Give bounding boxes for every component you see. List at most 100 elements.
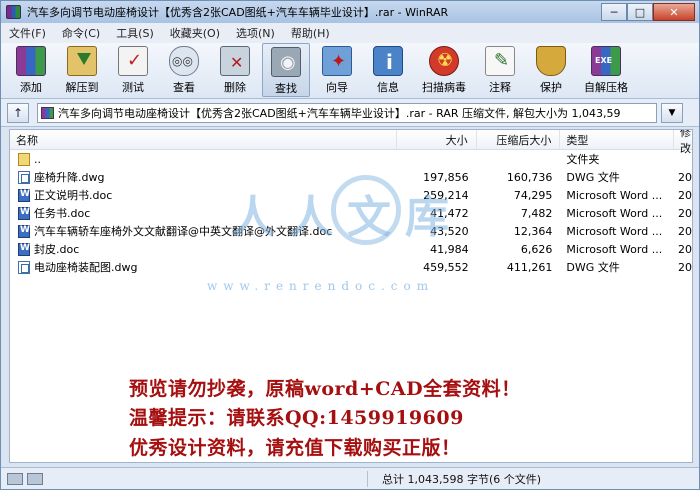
extract-to-label: 解压到 bbox=[65, 81, 99, 94]
word-doc-icon bbox=[18, 242, 30, 256]
file-name: 任务书.doc bbox=[34, 207, 91, 220]
table-row[interactable]: 汽车车辆轿车座椅外文文献翻译@中英文翻译@外文翻译.doc 43,520 12,… bbox=[10, 222, 692, 240]
file-name: 电动座椅装配图.dwg bbox=[34, 261, 138, 274]
protect-label: 保护 bbox=[540, 81, 562, 94]
info-icon bbox=[373, 46, 403, 76]
view-button[interactable]: 查看 bbox=[160, 43, 208, 97]
archive-icon bbox=[41, 106, 54, 119]
path-text: 汽车多向调节电动座椅设计【优秀含2张CAD图纸+汽车车辆毕业设计】.rar - … bbox=[58, 106, 621, 120]
comment-button[interactable]: 注释 bbox=[476, 43, 524, 97]
file-size: 259,214 bbox=[423, 188, 469, 202]
list-header: 名称 大小 压缩后大小 类型 修改 bbox=[10, 130, 692, 155]
column-modified-header[interactable]: 修改 bbox=[674, 130, 692, 155]
find-button[interactable]: 查找 bbox=[262, 43, 310, 97]
column-name-header[interactable]: 名称 bbox=[10, 130, 397, 149]
menu-favorites[interactable]: 收藏夹(O) bbox=[162, 25, 228, 41]
file-size: 43,520 bbox=[430, 224, 469, 238]
table-row[interactable]: 座椅升降.dwg 197,856 160,736 DWG 文件 20 bbox=[10, 168, 692, 186]
scan-virus-label: 扫描病毒 bbox=[422, 81, 466, 94]
maximize-button[interactable]: □ bbox=[627, 3, 653, 21]
info-label: 信息 bbox=[377, 81, 399, 94]
file-packed-size: 411,261 bbox=[506, 260, 553, 274]
path-dropdown-button[interactable]: ▼ bbox=[661, 102, 683, 123]
file-modified: 20 bbox=[678, 188, 692, 202]
protect-button[interactable]: 保护 bbox=[527, 43, 575, 97]
menu-help[interactable]: 帮助(H) bbox=[283, 25, 338, 41]
file-modified: 20 bbox=[678, 206, 692, 220]
delete-button[interactable]: 删除 bbox=[211, 43, 259, 97]
close-button[interactable]: ✕ bbox=[653, 3, 695, 21]
status-icons bbox=[7, 472, 367, 485]
file-type: Microsoft Word ... bbox=[566, 206, 663, 220]
delete-label: 删除 bbox=[224, 81, 246, 94]
comment-label: 注释 bbox=[489, 81, 511, 94]
table-row[interactable]: .. 文件夹 bbox=[10, 150, 692, 168]
drive-icon bbox=[7, 472, 23, 485]
column-type-header[interactable]: 类型 bbox=[560, 130, 675, 149]
chevron-down-icon: ▼ bbox=[668, 107, 676, 118]
file-size: 459,552 bbox=[423, 260, 469, 274]
file-size: 41,472 bbox=[430, 206, 469, 220]
find-label: 查找 bbox=[275, 82, 297, 95]
menu-options[interactable]: 选项(N) bbox=[228, 25, 283, 41]
extract-to-button[interactable]: 解压到 bbox=[58, 43, 106, 97]
promo-line-1: 预览请勿抄袭，原稿word+CAD全套资料！ bbox=[129, 378, 521, 400]
winrar-window: 汽车多向调节电动座椅设计【优秀含2张CAD图纸+汽车车辆毕业设计】.rar - … bbox=[0, 0, 700, 490]
file-size: 41,984 bbox=[430, 242, 469, 256]
test-label: 测试 bbox=[122, 81, 144, 94]
window-controls: ─ □ ✕ bbox=[601, 2, 695, 22]
column-size-header[interactable]: 大小 bbox=[397, 130, 477, 149]
file-name: 正文说明书.doc bbox=[34, 189, 113, 202]
view-label: 查看 bbox=[173, 81, 195, 94]
table-row[interactable]: 封皮.doc 41,984 6,626 Microsoft Word ... 2… bbox=[10, 240, 692, 258]
protect-icon bbox=[536, 46, 566, 76]
menu-commands[interactable]: 命令(C) bbox=[54, 25, 108, 41]
file-packed-size: 7,482 bbox=[520, 206, 553, 220]
file-packed-size: 12,364 bbox=[513, 224, 553, 238]
table-row[interactable]: 任务书.doc 41,472 7,482 Microsoft Word ... … bbox=[10, 204, 692, 222]
file-modified: 20 bbox=[678, 260, 692, 274]
menu-tools[interactable]: 工具(S) bbox=[108, 25, 162, 41]
extract-icon bbox=[67, 46, 97, 76]
toolbar: 添加 解压到 测试 查看 删除 查找 向导 信息 bbox=[1, 43, 699, 99]
file-type: Microsoft Word ... bbox=[566, 188, 663, 202]
minimize-button[interactable]: ─ bbox=[601, 3, 627, 21]
file-modified: 20 bbox=[678, 170, 692, 184]
add-button[interactable]: 添加 bbox=[7, 43, 55, 97]
folder-up-icon bbox=[18, 152, 30, 166]
menu-file[interactable]: 文件(F) bbox=[1, 25, 54, 41]
promo-line-2: 温馨提示：请联系QQ:1459919609 bbox=[129, 407, 464, 429]
column-packed-header[interactable]: 压缩后大小 bbox=[477, 130, 561, 149]
table-row[interactable]: 电动座椅装配图.dwg 459,552 411,261 DWG 文件 20 bbox=[10, 258, 692, 276]
file-size: 197,856 bbox=[423, 170, 469, 184]
wizard-label: 向导 bbox=[326, 81, 348, 94]
file-packed-size: 6,626 bbox=[520, 242, 553, 256]
file-packed-size: 160,736 bbox=[506, 170, 553, 184]
scan-virus-button[interactable]: 扫描病毒 bbox=[415, 43, 473, 97]
comment-icon bbox=[485, 46, 515, 76]
find-icon bbox=[271, 47, 301, 77]
add-label: 添加 bbox=[20, 81, 42, 94]
test-icon bbox=[118, 46, 148, 76]
view-icon bbox=[169, 46, 199, 76]
file-type: Microsoft Word ... bbox=[566, 224, 663, 238]
info-button[interactable]: 信息 bbox=[364, 43, 412, 97]
sfx-label: 自解压格 bbox=[584, 81, 628, 94]
file-name: .. bbox=[34, 152, 41, 166]
winrar-app-icon bbox=[6, 5, 21, 19]
file-type: 文件夹 bbox=[566, 153, 600, 166]
status-text: 总计 1,043,598 字节(6 个文件) bbox=[367, 470, 541, 487]
test-button[interactable]: 测试 bbox=[109, 43, 157, 97]
file-name: 汽车车辆轿车座椅外文文献翻译@中英文翻译@外文翻译.doc bbox=[34, 225, 333, 238]
file-type: DWG 文件 bbox=[566, 261, 620, 274]
word-doc-icon bbox=[18, 224, 30, 238]
file-name: 封皮.doc bbox=[34, 243, 80, 256]
table-row[interactable]: 正文说明书.doc 259,214 74,295 Microsoft Word … bbox=[10, 186, 692, 204]
menu-bar: 文件(F) 命令(C) 工具(S) 收藏夹(O) 选项(N) 帮助(H) bbox=[1, 23, 699, 43]
up-folder-button[interactable]: ↑ bbox=[7, 102, 29, 123]
path-field[interactable]: 汽车多向调节电动座椅设计【优秀含2张CAD图纸+汽车车辆毕业设计】.rar - … bbox=[37, 102, 657, 123]
delete-icon bbox=[220, 46, 250, 76]
sfx-button[interactable]: 自解压格 bbox=[578, 43, 634, 97]
wizard-button[interactable]: 向导 bbox=[313, 43, 361, 97]
dwg-file-icon bbox=[18, 170, 30, 184]
